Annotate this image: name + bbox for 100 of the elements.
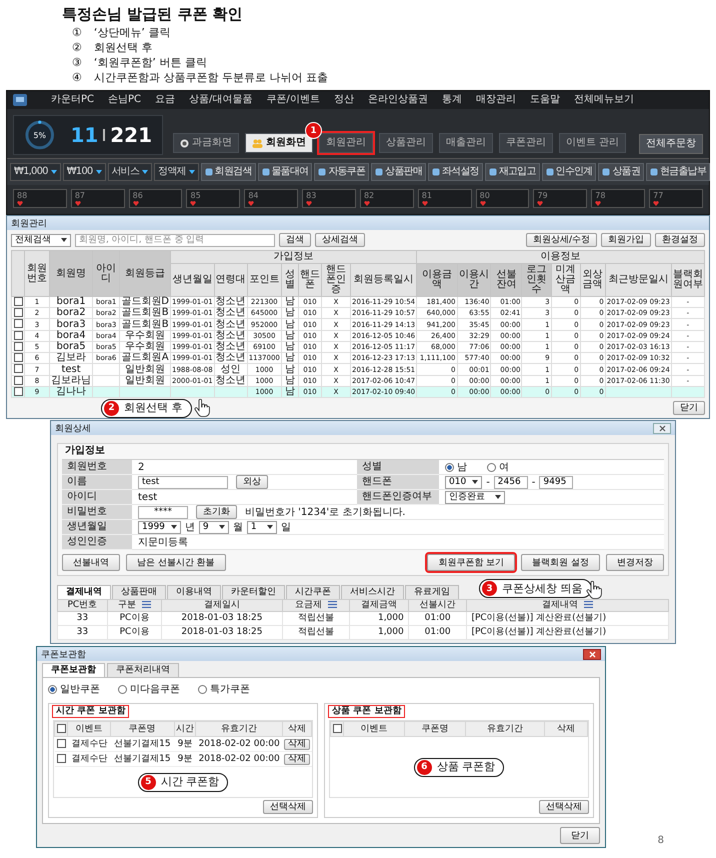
toolbar-dropdown[interactable]: 정액제	[154, 163, 199, 181]
select-all-checkbox[interactable]	[332, 724, 342, 734]
menu-item[interactable]: 도움말	[524, 92, 566, 108]
toolbar-dropdown[interactable]: ₩100	[62, 163, 106, 181]
history-tab[interactable]: 시간쿠폰	[286, 585, 340, 600]
detail-action-button[interactable]: 회원쿠폰함 보기	[427, 554, 516, 572]
seat-card[interactable]: 84	[244, 189, 298, 208]
day-dropdown[interactable]: 1	[246, 520, 277, 534]
menu-item[interactable]: 상품/대여물품	[183, 92, 258, 108]
menu-item[interactable]: 카운터PC	[45, 92, 100, 108]
toolbar-dropdown[interactable]: 서비스	[108, 163, 152, 181]
screen-tab[interactable]: 쿠폰관리	[499, 133, 553, 153]
close-button[interactable]: 닫기	[673, 401, 705, 416]
row-checkbox[interactable]	[56, 739, 66, 748]
delete-button[interactable]: 삭제	[284, 739, 310, 750]
toolbar-button[interactable]: 회원검색	[200, 163, 256, 181]
row-checkbox[interactable]	[14, 364, 22, 374]
toolbar-button[interactable]: 좌석설정	[428, 163, 483, 181]
seat-card[interactable]: 77	[649, 189, 703, 208]
screen-tab[interactable]: 이벤트 관리	[559, 133, 626, 153]
search-scope-dropdown[interactable]: 전체검색	[11, 234, 71, 246]
row-checkbox[interactable]	[14, 353, 22, 362]
close-button[interactable]	[653, 422, 671, 434]
menu-item[interactable]: 온라인상품권	[362, 92, 434, 108]
seat-card[interactable]: 85	[186, 189, 240, 208]
seat-card[interactable]: 83	[302, 189, 356, 208]
verification-dropdown[interactable]: 인증완료	[445, 490, 505, 504]
detail-action-button[interactable]: 블랙회원 설정	[521, 554, 600, 572]
seat-card[interactable]: 88	[13, 189, 67, 208]
row-checkbox[interactable]	[14, 319, 22, 328]
radio-button[interactable]	[118, 684, 127, 694]
screen-tab[interactable]: 과금화면	[173, 133, 239, 153]
history-tab[interactable]: 결제내역	[57, 585, 111, 600]
menu-item[interactable]: 전체메뉴보기	[568, 92, 640, 108]
search-button[interactable]: 상세검색	[315, 233, 365, 247]
history-tab[interactable]: 상품판매	[112, 585, 166, 600]
menu-icon[interactable]	[584, 601, 594, 608]
menu-icon[interactable]	[142, 601, 151, 608]
radio-button[interactable]	[487, 462, 496, 472]
toolbar-button[interactable]: 상품권	[598, 163, 644, 181]
screen-tab[interactable]: 회원관리	[319, 133, 373, 153]
menu-item[interactable]: 매장관리	[470, 92, 522, 108]
menu-item[interactable]: 손님PC	[102, 92, 148, 108]
seat-card[interactable]: 81	[418, 189, 472, 208]
phone-field[interactable]: 2456	[494, 476, 528, 489]
radio-button[interactable]	[198, 684, 207, 694]
row-checkbox[interactable]	[14, 297, 22, 306]
search-field[interactable]: 회원명, 아이디, 핸드폰 중 입력	[75, 234, 275, 246]
detail-action-button[interactable]: 선불내역	[62, 554, 120, 572]
seat-card[interactable]: 82	[360, 189, 414, 208]
credit-button[interactable]: 외상	[236, 475, 268, 490]
menu-item[interactable]: 통계	[436, 92, 468, 108]
seat-card[interactable]: 87	[70, 189, 125, 208]
seat-card[interactable]: 79	[533, 189, 588, 208]
screen-tab[interactable]: 회원화면	[245, 133, 313, 153]
toolbar-button[interactable]: 상품판매	[371, 163, 426, 181]
close-button[interactable]: 닫기	[560, 827, 600, 844]
password-field[interactable]: ****	[138, 506, 188, 519]
member-action-button[interactable]: 회원가입	[601, 233, 651, 247]
order-window-button[interactable]: 전체주문창	[639, 134, 703, 154]
toolbar-button[interactable]: 자동쿠폰	[314, 163, 370, 181]
phone-prefix-dropdown[interactable]: 010	[445, 476, 482, 489]
history-tab[interactable]: 서비스시간	[341, 585, 404, 600]
menu-item[interactable]: 쿠폰/이벤트	[260, 92, 326, 108]
screen-tab[interactable]: 매출관리	[439, 133, 493, 153]
member-action-button[interactable]: 환경설정	[655, 233, 705, 247]
coupon-tab[interactable]: 쿠폰보관함	[42, 663, 105, 678]
menu-item[interactable]: 정산	[328, 92, 360, 108]
radio-button[interactable]	[445, 462, 454, 472]
radio-button[interactable]	[48, 684, 57, 694]
select-all-checkbox[interactable]	[56, 724, 66, 734]
reset-button[interactable]: 초기화	[196, 505, 237, 520]
close-button[interactable]	[583, 648, 601, 660]
toolbar-button[interactable]: 인수인계	[542, 163, 596, 181]
row-checkbox[interactable]	[14, 308, 22, 318]
year-dropdown[interactable]: 1999	[138, 520, 181, 534]
menu-icon[interactable]	[328, 601, 337, 608]
month-dropdown[interactable]: 9	[198, 520, 229, 534]
screen-tab[interactable]: 상품관리	[379, 133, 433, 153]
history-tab[interactable]: 카운터할인	[222, 585, 285, 600]
search-button[interactable]: 검색	[279, 233, 311, 247]
seat-card[interactable]: 86	[128, 189, 182, 208]
history-tab[interactable]: 이용내역	[167, 585, 221, 600]
row-checkbox[interactable]	[56, 754, 66, 764]
delete-selected-button[interactable]: 선택삭제	[539, 800, 589, 814]
history-tab[interactable]: 유료게임	[405, 585, 459, 600]
delete-selected-button[interactable]: 선택삭제	[263, 800, 313, 814]
toolbar-button[interactable]: 현금출납부	[646, 163, 710, 181]
coupon-tab[interactable]: 쿠폰처리내역	[107, 663, 179, 678]
phone-field[interactable]: 9495	[539, 476, 574, 489]
toolbar-dropdown[interactable]: ₩1,000	[10, 163, 61, 181]
name-field[interactable]: test	[138, 476, 228, 489]
seat-card[interactable]: 80	[476, 189, 530, 208]
toolbar-button[interactable]: 재고입고	[484, 163, 540, 181]
member-action-button[interactable]: 회원상세/수정	[526, 233, 597, 247]
seat-card[interactable]: 78	[591, 189, 646, 208]
delete-button[interactable]: 삭제	[284, 754, 310, 766]
detail-action-button[interactable]: 남은 선불시간 환불	[126, 554, 226, 572]
menu-item[interactable]: 요금	[149, 92, 182, 108]
detail-action-button[interactable]: 변경저장	[606, 554, 664, 572]
